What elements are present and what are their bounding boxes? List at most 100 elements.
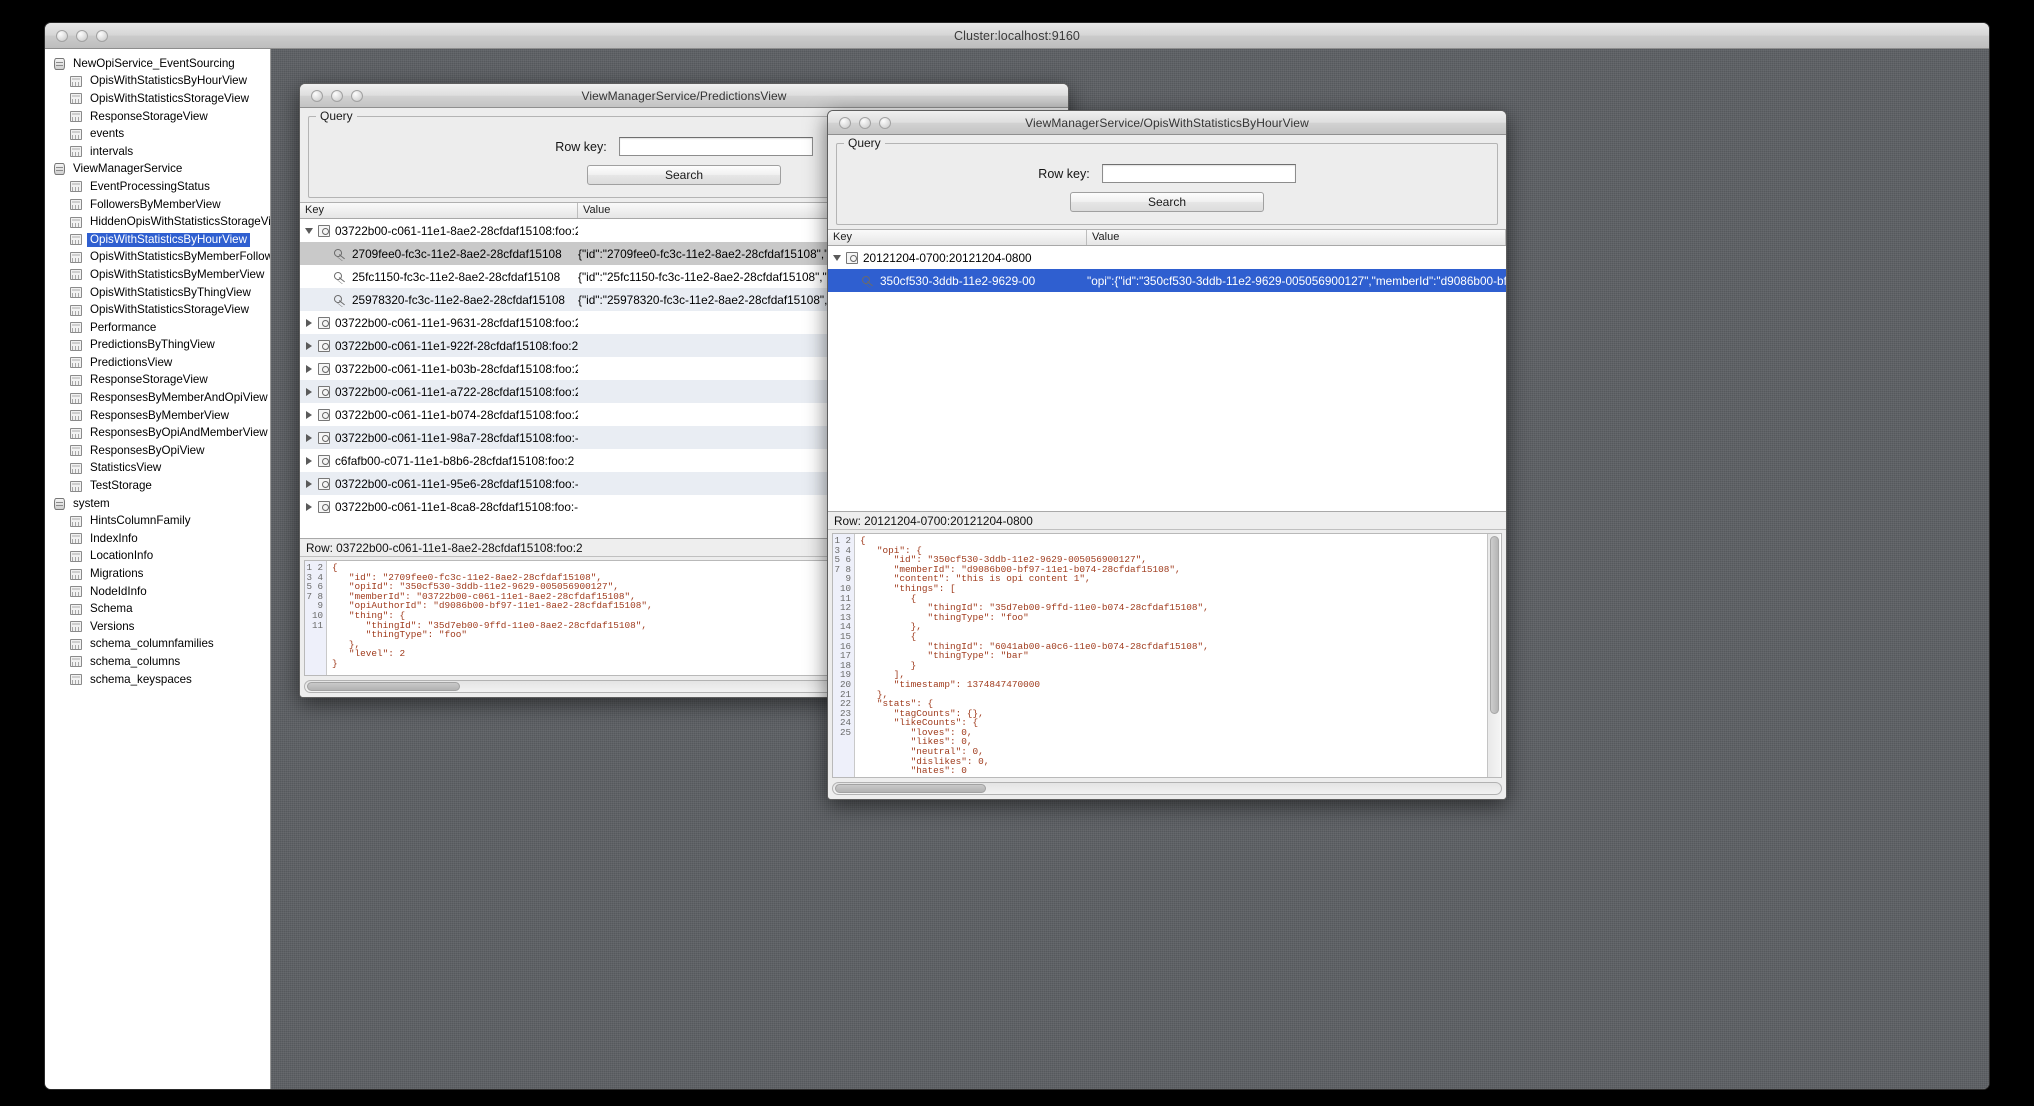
- chevron-down-icon[interactable]: [305, 227, 313, 234]
- hour-vscroll-thumb[interactable]: [1490, 536, 1499, 714]
- table-row[interactable]: 20121204-0700:20121204-0800: [828, 246, 1506, 269]
- hour-col-value[interactable]: Value: [1087, 230, 1506, 245]
- tree-item-opiswithstatisticsstorageview[interactable]: OpisWithStatisticsStorageView: [45, 301, 270, 319]
- chevron-right-icon[interactable]: [306, 341, 312, 350]
- tree-item-versions[interactable]: Versions: [45, 618, 270, 636]
- column-family-icon: [70, 621, 82, 633]
- chevron-right-icon[interactable]: [306, 479, 312, 488]
- tree-item-system[interactable]: system: [45, 495, 270, 513]
- minimize-button-icon[interactable]: [859, 116, 871, 129]
- row-toggle[interactable]: [300, 364, 318, 373]
- zoom-button-icon[interactable]: [96, 29, 108, 42]
- tree-item-opiswithstatisticsstorageview[interactable]: OpisWithStatisticsStorageView: [45, 90, 270, 108]
- tree-item-predictionsbythingview[interactable]: PredictionsByThingView: [45, 337, 270, 355]
- hour-code-viewer[interactable]: 1 2 3 4 5 6 7 8 9 10 11 12 13 14 15 16 1…: [832, 533, 1502, 778]
- tree-item-events[interactable]: events: [45, 125, 270, 143]
- close-button-icon[interactable]: [56, 29, 68, 42]
- tree-item-responsesbymemberview[interactable]: ResponsesByMemberView: [45, 407, 270, 425]
- row-key-icon: [318, 408, 330, 421]
- column-family-icon: [70, 199, 82, 211]
- row-toggle[interactable]: [300, 341, 318, 350]
- tree-item-performance[interactable]: Performance: [45, 319, 270, 337]
- tree-item-responsestorageview[interactable]: ResponseStorageView: [45, 372, 270, 390]
- close-button-icon[interactable]: [311, 89, 323, 102]
- chevron-right-icon[interactable]: [306, 433, 312, 442]
- tree-item-viewmanagerservice[interactable]: ViewManagerService: [45, 161, 270, 179]
- tree-item-nodeidinfo[interactable]: NodeIdInfo: [45, 583, 270, 601]
- tree-item-opiswithstatisticsbyhourview[interactable]: OpisWithStatisticsByHourView: [45, 231, 270, 249]
- chevron-right-icon[interactable]: [306, 387, 312, 396]
- hour-window-controls[interactable]: [839, 116, 891, 129]
- tree-item-intervals[interactable]: intervals: [45, 143, 270, 161]
- tree-item-teststorage[interactable]: TestStorage: [45, 477, 270, 495]
- hour-table-rows[interactable]: 20121204-0700:20121204-0800 350cf530-3ddb…: [828, 246, 1506, 511]
- hour-row-key-input[interactable]: [1101, 164, 1296, 183]
- chevron-right-icon[interactable]: [306, 502, 312, 511]
- main-window-titlebar[interactable]: Cluster:localhost:9160: [45, 23, 1989, 49]
- row-toggle[interactable]: [300, 318, 318, 327]
- chevron-right-icon[interactable]: [306, 318, 312, 327]
- tree-item-responsesbyopiview[interactable]: ResponsesByOpiView: [45, 442, 270, 460]
- tree-item-eventprocessingstatus[interactable]: EventProcessingStatus: [45, 178, 270, 196]
- row-key-text: 2709fee0-fc3c-11e2-8ae2-28cfdaf15108: [352, 246, 562, 261]
- hour-code-text[interactable]: { "opi": { "id": "350cf530-3ddb-11e2-962…: [855, 534, 1501, 777]
- zoom-button-icon[interactable]: [351, 89, 363, 102]
- tree-item-responsesbyopiandmemberview[interactable]: ResponsesByOpiAndMemberView: [45, 424, 270, 442]
- tree-item-newopiservice-eventsourcing[interactable]: NewOpiService_EventSourcing: [45, 55, 270, 73]
- row-toggle[interactable]: [300, 479, 318, 488]
- minimize-button-icon[interactable]: [76, 29, 88, 42]
- row-toggle[interactable]: [828, 254, 846, 261]
- tree-item-opiswithstatisticsbyhourview[interactable]: OpisWithStatisticsByHourView: [45, 73, 270, 91]
- tree-item-locationinfo[interactable]: LocationInfo: [45, 548, 270, 566]
- predictions-row-key-input[interactable]: [618, 137, 813, 156]
- zoom-button-icon[interactable]: [879, 116, 891, 129]
- row-toggle[interactable]: [300, 410, 318, 419]
- tree-item-schema-keyspaces[interactable]: schema_keyspaces: [45, 671, 270, 689]
- tree-item-schema-columnfamilies[interactable]: schema_columnfamilies: [45, 636, 270, 654]
- predictions-col-key[interactable]: Key: [300, 203, 578, 218]
- window-controls[interactable]: [56, 29, 108, 42]
- row-toggle[interactable]: [300, 433, 318, 442]
- row-toggle[interactable]: [300, 502, 318, 511]
- row-toggle[interactable]: [300, 456, 318, 465]
- row-toggle[interactable]: [300, 227, 318, 234]
- tree-item-responsestorageview[interactable]: ResponseStorageView: [45, 108, 270, 126]
- chevron-right-icon[interactable]: [306, 364, 312, 373]
- hour-horizontal-scrollbar[interactable]: [832, 782, 1502, 795]
- tree-item-schema[interactable]: Schema: [45, 600, 270, 618]
- tree-item-opiswithstatisticsbythingview[interactable]: OpisWithStatisticsByThingView: [45, 284, 270, 302]
- tree-item-followersbymemberview[interactable]: FollowersByMemberView: [45, 196, 270, 214]
- hour-col-key[interactable]: Key: [828, 230, 1087, 245]
- table-row[interactable]: 350cf530-3ddb-11e2-9629-00 "opi":{"id":"3…: [828, 269, 1506, 292]
- predictions-window-controls[interactable]: [311, 89, 363, 102]
- minimize-button-icon[interactable]: [331, 89, 343, 102]
- hour-window-titlebar[interactable]: ViewManagerService/OpisWithStatisticsByH…: [828, 111, 1506, 135]
- chevron-right-icon[interactable]: [306, 456, 312, 465]
- chevron-right-icon[interactable]: [306, 410, 312, 419]
- tree-item-opiswithstatisticsbymemberfollowingview[interactable]: OpisWithStatisticsByMemberFollowingView: [45, 249, 270, 267]
- predictions-window-titlebar[interactable]: ViewManagerService/PredictionsView: [300, 84, 1068, 108]
- hour-view-window[interactable]: ViewManagerService/OpisWithStatisticsByH…: [827, 110, 1507, 800]
- hour-search-button[interactable]: Search: [1070, 192, 1264, 212]
- tree-item-statisticsview[interactable]: StatisticsView: [45, 460, 270, 478]
- predictions-search-button[interactable]: Search: [587, 165, 781, 185]
- tree-item-responsesbymemberandopiview[interactable]: ResponsesByMemberAndOpiView: [45, 389, 270, 407]
- tree-item-predictionsview[interactable]: PredictionsView: [45, 354, 270, 372]
- hour-scroll-thumb[interactable]: [835, 784, 986, 793]
- tree-item-indexinfo[interactable]: IndexInfo: [45, 530, 270, 548]
- tree-item-label: ResponsesByMemberView: [90, 408, 229, 422]
- chevron-down-icon[interactable]: [833, 254, 841, 261]
- column-family-icon: [70, 128, 82, 140]
- tree-item-opiswithstatisticsbymemberview[interactable]: OpisWithStatisticsByMemberView: [45, 266, 270, 284]
- tree-item-schema-columns[interactable]: schema_columns: [45, 653, 270, 671]
- column-family-icon: [70, 181, 82, 193]
- hour-vertical-scrollbar[interactable]: [1487, 534, 1500, 777]
- close-button-icon[interactable]: [839, 116, 851, 129]
- tree-item-hintscolumnfamily[interactable]: HintsColumnFamily: [45, 512, 270, 530]
- row-toggle[interactable]: [300, 387, 318, 396]
- column-family-icon: [70, 339, 82, 351]
- tree-item-migrations[interactable]: Migrations: [45, 565, 270, 583]
- predictions-scroll-thumb[interactable]: [307, 682, 460, 691]
- tree-item-hiddenopiswithstatisticsstorageview[interactable]: HiddenOpisWithStatisticsStorageView: [45, 213, 270, 231]
- keyspace-tree[interactable]: NewOpiService_EventSourcing OpisWithStati…: [45, 49, 271, 1089]
